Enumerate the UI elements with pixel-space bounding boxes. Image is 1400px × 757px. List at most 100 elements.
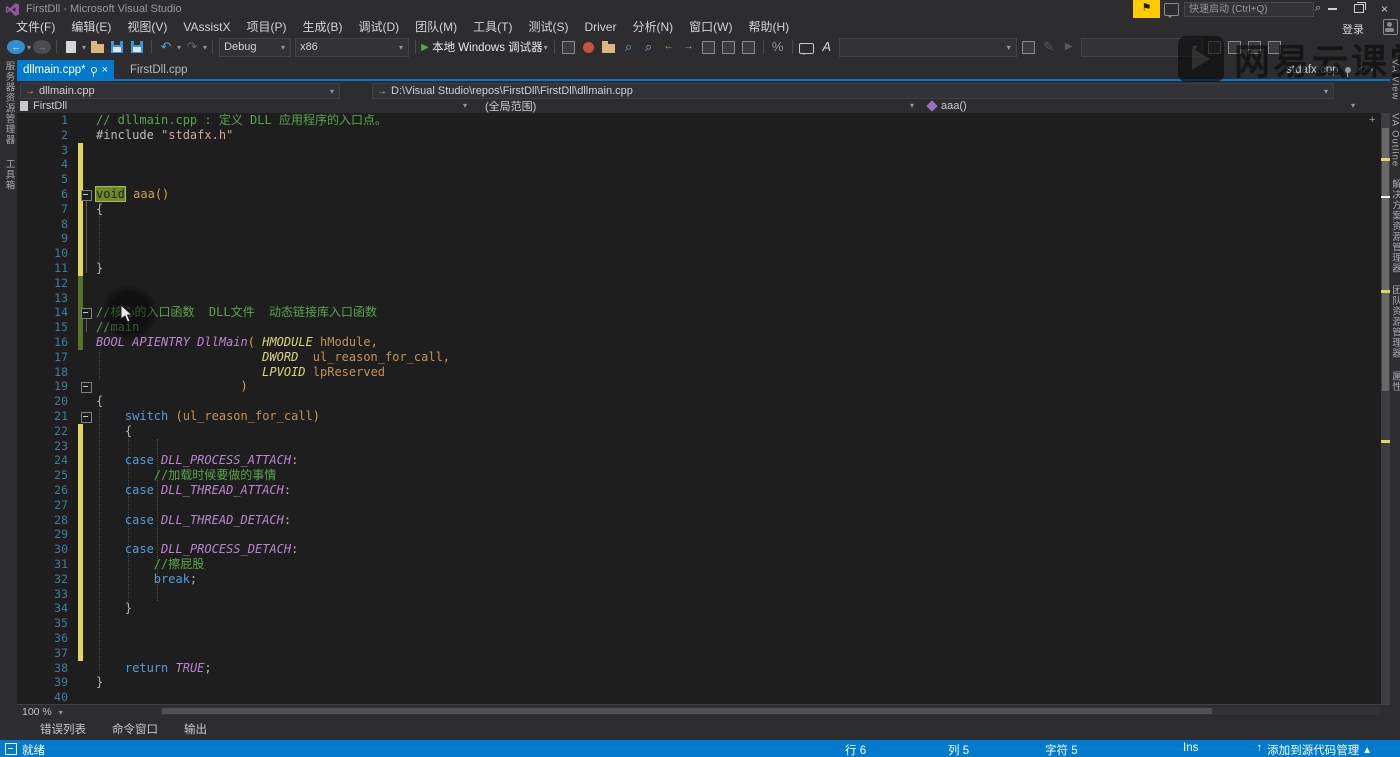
va-open-file-in-solution-icon[interactable] bbox=[602, 44, 615, 53]
code-line: 1// dllmain.cpp : 定义 DLL 应用程序的入口点。 bbox=[17, 113, 1381, 128]
file-dropdown[interactable]: → dllmain.cpp ▾ bbox=[20, 83, 340, 99]
menu-item-分析(N)[interactable]: 分析(N) bbox=[624, 18, 681, 36]
new-file-icon[interactable] bbox=[66, 41, 76, 53]
chevron-down-icon[interactable]: ▾ bbox=[27, 43, 31, 52]
undo-icon[interactable]: ↶ bbox=[157, 38, 175, 56]
chevron-down-icon[interactable]: ▾ bbox=[203, 43, 207, 52]
chevron-down-icon[interactable]: ▾ bbox=[82, 43, 86, 52]
class-view-icon[interactable] bbox=[1022, 41, 1035, 54]
arrow-icon: → bbox=[25, 86, 35, 97]
menu-item-测试(S)[interactable]: 测试(S) bbox=[520, 18, 576, 36]
fold-toggle[interactable] bbox=[81, 308, 92, 319]
horizontal-scrollbar-thumb[interactable] bbox=[162, 708, 1212, 714]
navigate-forward-button[interactable]: → bbox=[33, 40, 51, 54]
menu-item-项目(P)[interactable]: 项目(P) bbox=[238, 18, 294, 36]
panel-tab-错误列表[interactable]: 错误列表 bbox=[40, 721, 86, 737]
right-tool-strip: VA ViewVA Outline解决方案资源管理器团队资源管理器属性 bbox=[1390, 57, 1400, 742]
minimize-button[interactable] bbox=[1328, 8, 1337, 10]
va-snippet-icon[interactable] bbox=[702, 41, 715, 54]
token-pln bbox=[313, 335, 320, 349]
chevron-down-icon[interactable]: ▾ bbox=[177, 43, 181, 52]
menu-item-VAssistX[interactable]: VAssistX bbox=[175, 18, 238, 36]
left-strip-tab-工具箱[interactable]: 工具箱 bbox=[2, 159, 16, 191]
token-typ: DLL_PROCESS_DETACH bbox=[161, 542, 291, 556]
line-number: 14 bbox=[17, 305, 68, 320]
open-file-icon[interactable] bbox=[91, 44, 104, 53]
edit-pencil-icon[interactable]: ✎ bbox=[1040, 38, 1058, 56]
redo-icon[interactable]: ↷ bbox=[183, 38, 201, 56]
mouse-cursor bbox=[120, 304, 134, 323]
close-icon[interactable]: × bbox=[102, 64, 108, 76]
line-number: 8 bbox=[17, 217, 68, 232]
start-debugging-button[interactable]: ▶ 本地 Windows 调试器 ▾ bbox=[421, 38, 549, 56]
code-line: 40 bbox=[17, 690, 1381, 704]
token-prm: , bbox=[371, 335, 378, 349]
solution-configuration-select[interactable]: Debug▾ bbox=[219, 38, 291, 57]
menu-item-生成(B)[interactable]: 生成(B) bbox=[294, 18, 350, 36]
search-icon[interactable]: ⌕ bbox=[1315, 2, 1321, 15]
fold-toggle[interactable] bbox=[81, 382, 92, 393]
va-spell-check-icon[interactable] bbox=[722, 41, 735, 54]
project-dropdown[interactable]: FirstDll ▾ bbox=[20, 98, 468, 113]
pin-icon[interactable] bbox=[91, 67, 97, 73]
fold-toggle[interactable] bbox=[81, 412, 92, 423]
line-number: 10 bbox=[17, 246, 68, 261]
splitter-icon[interactable]: + bbox=[1369, 114, 1375, 126]
visual-studio-window: FirstDll - Microsoft Visual Studio ⚑ 快速启… bbox=[0, 0, 1400, 757]
va-nav-forward-icon[interactable]: → bbox=[680, 38, 698, 56]
tab-dllmain-cpp[interactable]: dllmain.cpp* × bbox=[17, 60, 114, 79]
line-number: 4 bbox=[17, 157, 68, 172]
va-nav-back-icon[interactable]: ← bbox=[660, 38, 678, 56]
solution-platform-select[interactable]: x86▾ bbox=[295, 38, 409, 57]
token-pln bbox=[96, 453, 125, 467]
menu-item-工具(T)[interactable]: 工具(T) bbox=[465, 18, 520, 36]
toolbar-search-combo[interactable]: ▾ bbox=[839, 38, 1017, 57]
comment-bubble-icon[interactable] bbox=[799, 43, 814, 54]
code-text: { bbox=[96, 202, 103, 217]
restore-button[interactable] bbox=[1354, 4, 1364, 13]
add-to-source-control-button[interactable]: ↑ 添加到源代码管理 ▴ bbox=[1256, 742, 1370, 757]
panel-tab-命令窗口[interactable]: 命令窗口 bbox=[112, 721, 158, 737]
token-pln bbox=[96, 424, 125, 438]
quick-launch-input[interactable]: 快速启动 (Ctrl+Q) bbox=[1184, 2, 1314, 17]
fold-toggle[interactable] bbox=[81, 190, 92, 201]
zoom-select[interactable]: 100 % ▾ bbox=[22, 706, 64, 718]
menu-item-文件(F)[interactable]: 文件(F) bbox=[8, 18, 63, 36]
feedback-icon[interactable] bbox=[1164, 3, 1179, 16]
run-disabled-icon[interactable]: ▶ bbox=[1060, 38, 1078, 56]
menu-item-Driver[interactable]: Driver bbox=[576, 18, 624, 36]
menu-item-视图(V)[interactable]: 视图(V) bbox=[119, 18, 175, 36]
menu-item-编辑(E)[interactable]: 编辑(E) bbox=[63, 18, 119, 36]
navigate-backward-button[interactable]: ← bbox=[7, 40, 25, 54]
line-number: 25 bbox=[17, 468, 68, 483]
va-paste-icon[interactable] bbox=[742, 41, 755, 54]
tab-firstdll-cpp[interactable]: FirstDll.cpp bbox=[122, 60, 196, 79]
va-logo-icon[interactable]: A bbox=[818, 38, 836, 56]
right-strip-tab-VA Outline[interactable]: VA Outline bbox=[1390, 113, 1400, 167]
panel-tab-输出[interactable]: 输出 bbox=[184, 721, 207, 737]
token-pln bbox=[96, 483, 125, 497]
menu-item-窗口(W)[interactable]: 窗口(W) bbox=[681, 18, 740, 36]
va-find-references-icon[interactable]: ⌕ bbox=[640, 38, 658, 56]
va-refactor-icon[interactable] bbox=[583, 42, 594, 53]
close-button[interactable]: × bbox=[1381, 2, 1388, 16]
scope-dropdown[interactable]: (全局范围) ▾ bbox=[485, 98, 915, 113]
code-line: 18 LPVOID lpReserved bbox=[17, 365, 1381, 380]
left-strip-tab-服务器资源管理器[interactable]: 服务器资源管理器 bbox=[2, 61, 16, 145]
menu-item-调试(D)[interactable]: 调试(D) bbox=[350, 18, 407, 36]
code-text: //擦屁股 bbox=[96, 557, 204, 572]
line-number: 13 bbox=[17, 291, 68, 306]
va-find-symbol-icon[interactable]: ⌕ bbox=[620, 38, 638, 56]
code-editor[interactable]: 1// dllmain.cpp : 定义 DLL 应用程序的入口点。2#incl… bbox=[17, 113, 1381, 704]
vertical-scrollbar-thumb[interactable] bbox=[1382, 128, 1389, 391]
va-refactor-menu-icon[interactable]: % bbox=[769, 38, 787, 56]
attach-process-icon[interactable] bbox=[562, 41, 575, 54]
menu-item-团队(M)[interactable]: 团队(M) bbox=[407, 18, 465, 36]
save-icon[interactable] bbox=[111, 41, 123, 53]
notification-flag-button[interactable]: ⚑ bbox=[1133, 0, 1160, 18]
token-com: //擦屁股 bbox=[154, 557, 204, 571]
save-all-icon[interactable] bbox=[131, 41, 143, 53]
member-dropdown[interactable]: aaa() ▾ bbox=[928, 98, 1356, 113]
file-icon bbox=[20, 101, 28, 111]
menu-item-帮助(H)[interactable]: 帮助(H) bbox=[740, 18, 797, 36]
